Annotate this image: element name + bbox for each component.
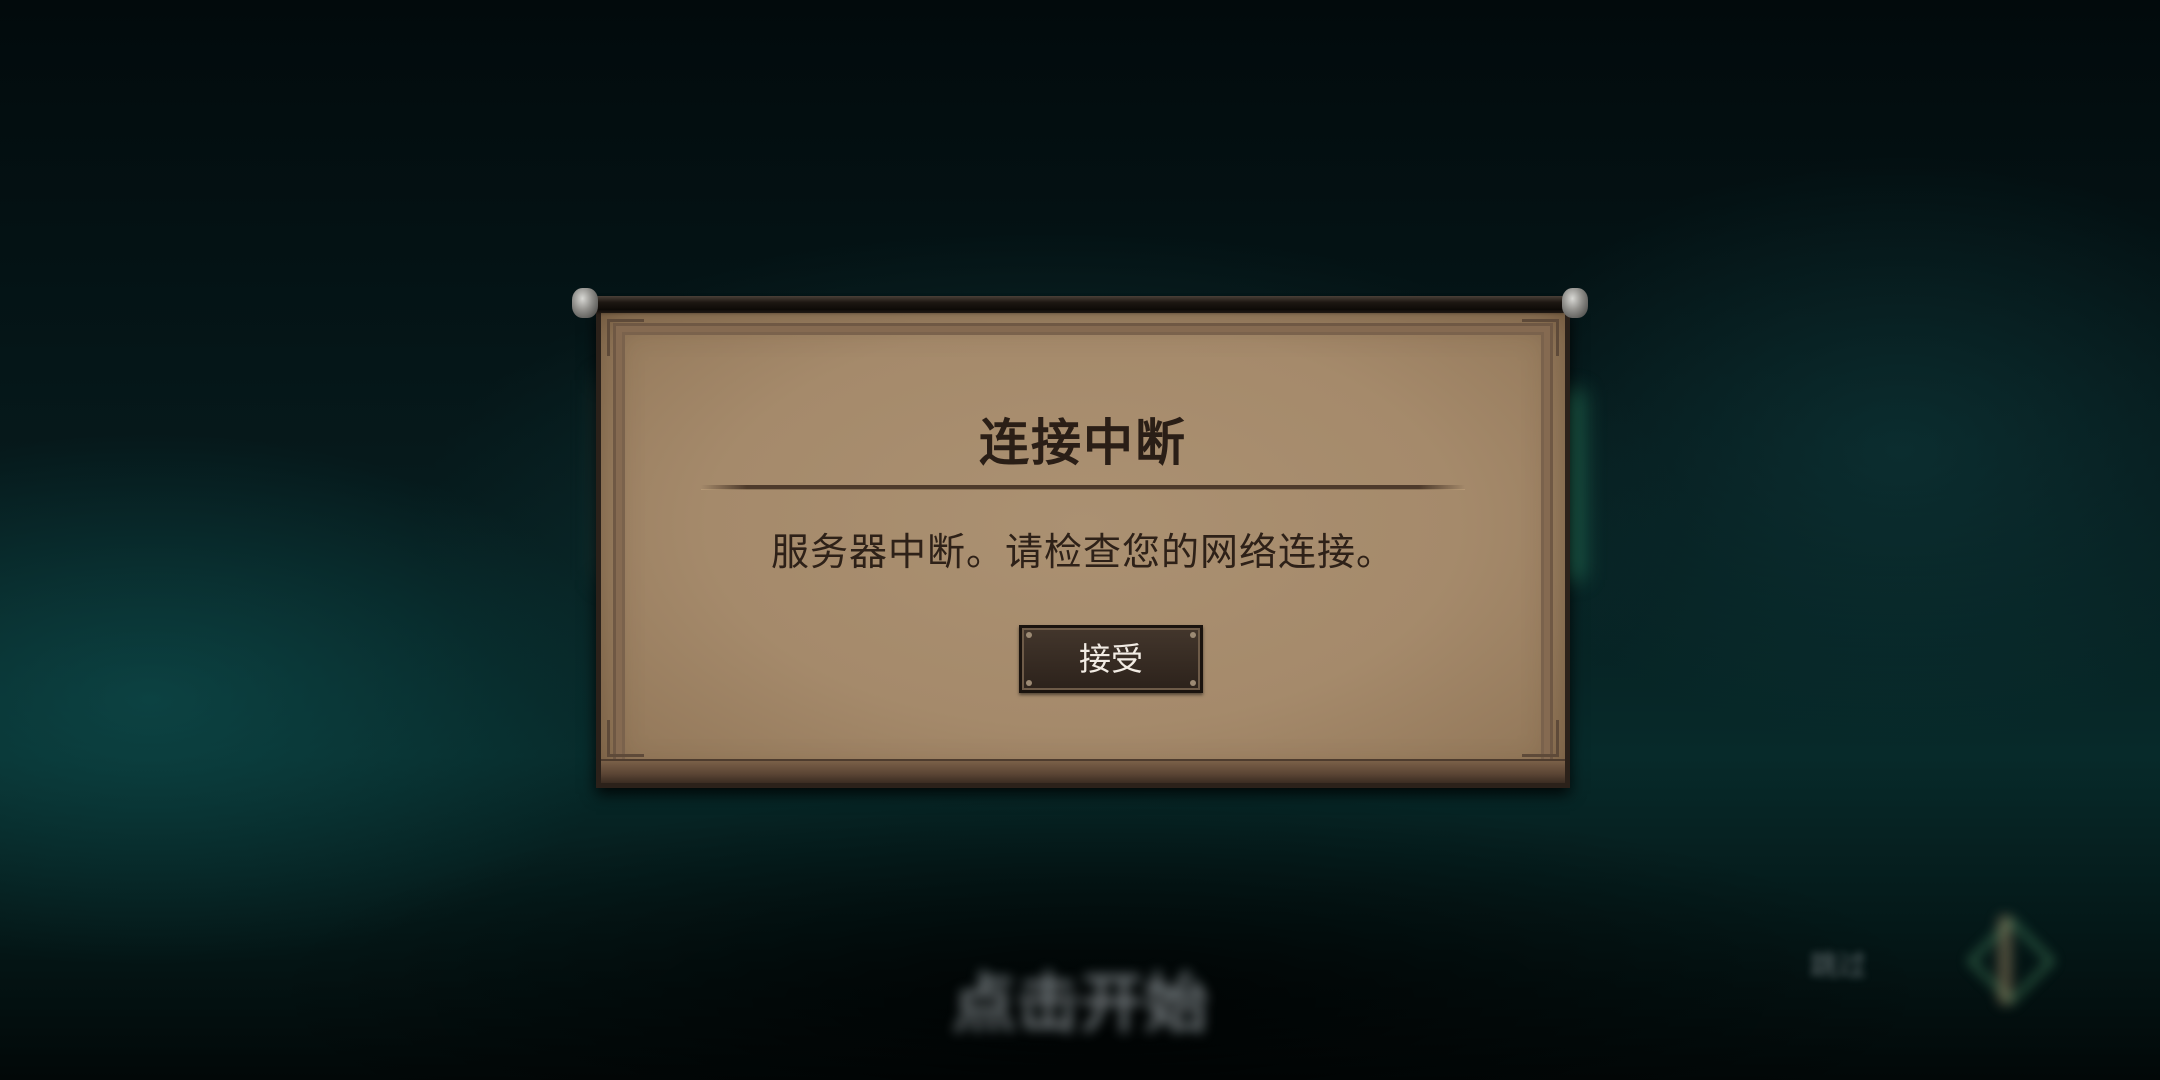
corner-ornament-top-right	[1522, 319, 1559, 356]
tap-to-start-label[interactable]: 点击开始	[940, 960, 1220, 1050]
accept-button-label: 接受	[1078, 640, 1143, 678]
rod-cap-left-icon	[572, 288, 598, 318]
game-background: 点击开始 跳过 连接中断 服务器中断。请检查您的网络连接。 接受	[0, 0, 2160, 1080]
panel-bottom-band	[601, 759, 1565, 783]
title-divider	[701, 485, 1465, 490]
skip-emblem-icon[interactable]	[1960, 910, 2055, 1010]
corner-ornament-top-left	[607, 319, 644, 356]
accept-button[interactable]: 接受	[1019, 625, 1203, 693]
rivet-icon	[1190, 632, 1196, 638]
dialog-title: 连接中断	[979, 414, 1187, 472]
rivet-icon	[1026, 680, 1032, 686]
corner-ornament-bottom-left	[607, 720, 644, 757]
skip-label[interactable]: 跳过	[1810, 946, 1920, 986]
connection-lost-dialog: 连接中断 服务器中断。请检查您的网络连接。 接受	[572, 288, 1588, 788]
emblem-bar	[1998, 915, 2012, 1005]
rod-cap-right-icon	[1562, 288, 1588, 318]
parchment-panel: 连接中断 服务器中断。请检查您的网络连接。 接受	[596, 308, 1570, 788]
corner-ornament-bottom-right	[1522, 720, 1559, 757]
dialog-message: 服务器中断。请检查您的网络连接。	[770, 530, 1395, 574]
scroll-rod	[592, 296, 1568, 310]
rivet-icon	[1190, 680, 1196, 686]
rivet-icon	[1026, 632, 1032, 638]
